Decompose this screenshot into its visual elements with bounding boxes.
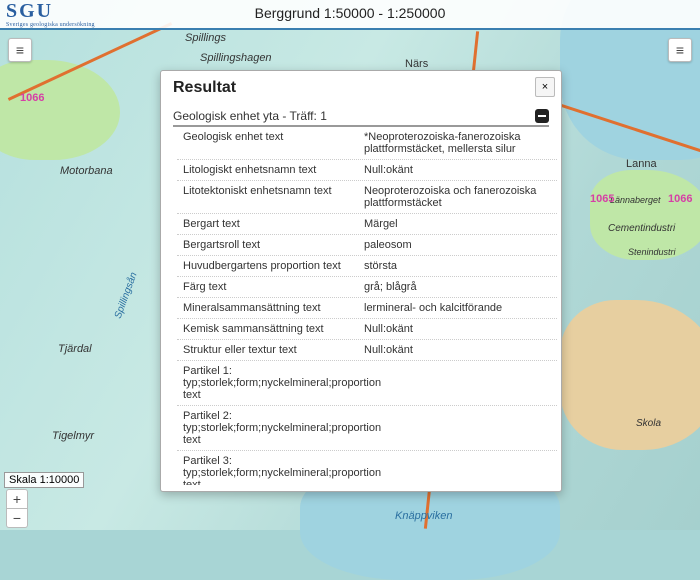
attribute-key: Färg text [183, 281, 364, 293]
table-row: Geologisk enhet text*Neoproterozoiska-fa… [177, 127, 557, 160]
table-row: Litologiskt enhetsnamn textNull:okänt [177, 160, 557, 181]
logo-subtext: Sveriges geologiska undersökning [6, 22, 95, 28]
popup-title: Resultat [173, 79, 236, 96]
map-label: Närs [405, 58, 428, 70]
map-label: Tjärdal [58, 343, 92, 355]
table-row: Litotektoniskt enhetsnamn textNeoprotero… [177, 181, 557, 214]
attribute-key: Bergart text [183, 218, 364, 230]
section-header[interactable]: Geologisk enhet yta - Träff: 1 [173, 105, 549, 127]
map-label: Skola [636, 418, 661, 429]
table-row: Färg textgrå; blågrå [177, 277, 557, 298]
attribute-value: Null:okänt [364, 323, 553, 335]
scale-indicator: Skala 1:10000 [4, 472, 84, 488]
attribute-key: Partikel 2: typ;storlek;form;nyckelminer… [183, 410, 387, 446]
map-elevation: 1066 [668, 193, 692, 205]
map-label: Lännaberget [610, 195, 661, 205]
attribute-key: Partikel 3: typ;storlek;form;nyckelminer… [183, 455, 387, 485]
layers-icon: ≡ [676, 42, 684, 58]
map-label: Spillings [185, 32, 226, 44]
zoom-control: + − [6, 489, 26, 528]
attribute-value: Neoproterozoiska och fanerozoiska plattf… [364, 185, 553, 209]
attribute-value: *Neoproterozoiska-fanerozoiska plattform… [364, 131, 553, 155]
map-elevation: 1066 [20, 92, 44, 104]
attribute-key: Litologiskt enhetsnamn text [183, 164, 364, 176]
attribute-key: Struktur eller textur text [183, 344, 364, 356]
attribute-value: grå; blågrå [364, 281, 553, 293]
attribute-value: Null:okänt [364, 164, 553, 176]
table-row: Partikel 2: typ;storlek;form;nyckelminer… [177, 406, 557, 451]
attribute-key: Mineralsammansättning text [183, 302, 364, 314]
attribute-value: Null:okänt [364, 344, 553, 356]
attribute-value: största [364, 260, 553, 272]
table-row: Struktur eller textur textNull:okänt [177, 340, 557, 361]
page-title: Berggrund 1:50000 - 1:250000 [0, 5, 700, 21]
result-popup: × Resultat Geologisk enhet yta - Träff: … [160, 70, 562, 492]
menu-button[interactable]: ≡ [8, 38, 32, 62]
map-label: Spillingshagen [200, 52, 272, 64]
map-label: Stenindustri [628, 247, 676, 257]
table-row: Bergart textMärgel [177, 214, 557, 235]
layers-button[interactable]: ≡ [668, 38, 692, 62]
header-bar: SGU Sveriges geologiska undersökning Ber… [0, 0, 700, 30]
zoom-in-button[interactable]: + [6, 489, 28, 509]
map-label: Cementindustri [608, 223, 675, 234]
attribute-key: Kemisk sammansättning text [183, 323, 364, 335]
attribute-key: Litotektoniskt enhetsnamn text [183, 185, 364, 209]
attribute-value: Märgel [364, 218, 553, 230]
attribute-value [387, 410, 553, 446]
attribute-key: Partikel 1: typ;storlek;form;nyckelminer… [183, 365, 387, 401]
attribute-value: lermineral- och kalcitförande [364, 302, 553, 314]
map-label: Tigelmyr [52, 430, 94, 442]
zoom-out-button[interactable]: − [6, 509, 28, 528]
attribute-key: Bergartsroll text [183, 239, 364, 251]
attribute-value [387, 455, 553, 485]
popup-close-button[interactable]: × [535, 77, 555, 97]
attribute-key: Huvudbergartens proportion text [183, 260, 364, 272]
collapse-icon[interactable] [535, 109, 549, 123]
table-row: Kemisk sammansättning textNull:okänt [177, 319, 557, 340]
section-label: Geologisk enhet yta - Träff: 1 [173, 109, 327, 123]
map-label: Motorbana [60, 165, 113, 177]
map-label: Spillingsån [113, 271, 140, 320]
attribute-table[interactable]: Geologisk enhet text*Neoproterozoiska-fa… [177, 127, 557, 485]
attribute-value [387, 365, 553, 401]
attribute-key: Geologisk enhet text [183, 131, 364, 155]
map-label: Knäppviken [395, 510, 453, 522]
table-row: Mineralsammansättning textlermineral- oc… [177, 298, 557, 319]
table-row: Bergartsroll textpaleosom [177, 235, 557, 256]
close-icon: × [542, 81, 548, 93]
table-row: Partikel 3: typ;storlek;form;nyckelminer… [177, 451, 557, 485]
menu-icon: ≡ [16, 42, 24, 58]
map-label: Lanna [626, 158, 657, 170]
popup-header: Resultat [161, 71, 561, 101]
table-row: Huvudbergartens proportion textstörsta [177, 256, 557, 277]
table-row: Partikel 1: typ;storlek;form;nyckelminer… [177, 361, 557, 406]
map-elevation: 1065 [590, 193, 614, 205]
attribute-value: paleosom [364, 239, 553, 251]
